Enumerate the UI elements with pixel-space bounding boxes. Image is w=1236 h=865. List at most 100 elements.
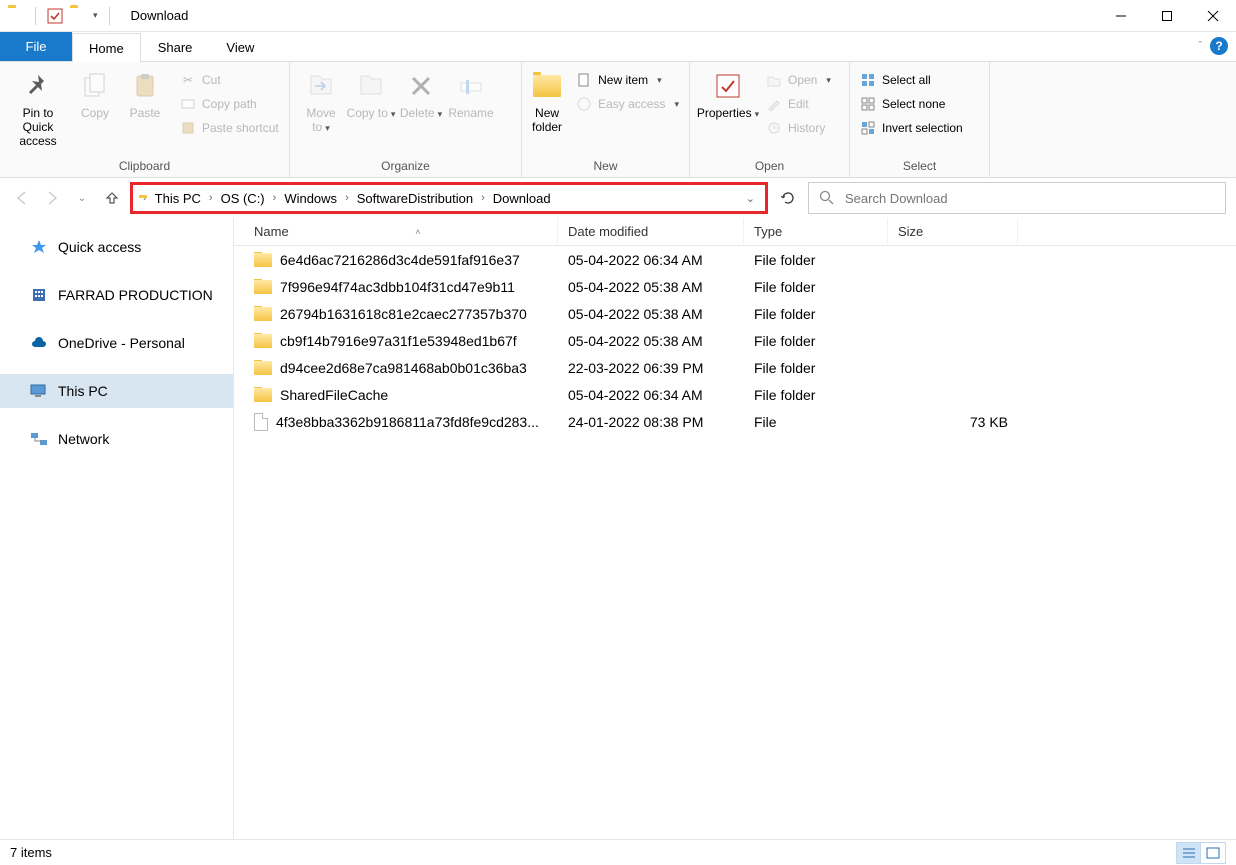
sidebar-item-label: OneDrive - Personal [58,335,185,351]
file-row[interactable]: cb9f14b7916e97a31f1e53948ed1b67f 05-04-20… [234,327,1236,354]
chevron-right-icon[interactable]: › [481,192,485,204]
move-to-button[interactable]: Move to▾ [296,66,346,134]
tab-file[interactable]: File [0,32,72,61]
file-date: 05-04-2022 06:34 AM [558,387,744,403]
history-icon [766,120,782,136]
network-icon [30,430,48,448]
sidebar-item-network[interactable]: Network [0,422,233,456]
select-all-button[interactable]: Select all [856,70,967,90]
qat-properties-icon[interactable] [47,8,63,24]
rename-icon [455,70,487,102]
breadcrumb-download[interactable]: Download [489,189,555,208]
address-bar[interactable]: › This PC › OS (C:) › Windows › Software… [130,182,768,214]
group-label: Clipboard [6,157,283,177]
paste-shortcut-icon [180,120,196,136]
file-type: File folder [744,306,888,322]
rename-button[interactable]: Rename [446,66,496,120]
chevron-right-icon[interactable]: › [273,192,277,204]
back-button[interactable] [10,186,34,210]
sidebar-item-farrad[interactable]: FARRAD PRODUCTION [0,278,233,312]
pin-to-quick-access-button[interactable]: Pin to Quick access [6,66,70,148]
properties-icon [712,70,744,102]
recent-locations-button[interactable]: ⌄ [70,186,94,210]
edit-button[interactable]: Edit [762,94,835,114]
qat-new-folder-icon[interactable] [70,8,86,24]
breadcrumb-this-pc[interactable]: This PC [151,189,205,208]
refresh-button[interactable] [774,184,802,212]
file-name: SharedFileCache [280,387,388,403]
delete-button[interactable]: Delete▾ [396,66,446,120]
easy-access-button[interactable]: Easy access▾ [572,94,683,114]
group-clipboard: Pin to Quick access Copy Paste ✂Cut Copy… [0,62,290,177]
search-input[interactable] [845,191,1215,206]
copy-path-button[interactable]: Copy path [176,94,283,114]
chevron-right-icon[interactable]: › [143,192,147,204]
cut-button[interactable]: ✂Cut [176,70,283,90]
search-box[interactable] [808,182,1226,214]
file-row[interactable]: 7f996e94f74ac3dbb104f31cd47e9b1105-04-20… [234,273,1236,300]
sort-ascending-icon: ˄ [415,227,420,237]
file-row[interactable]: 26794b1631618c81e2caec277357b37005-04-20… [234,300,1236,327]
file-date: 05-04-2022 05:38 AM [558,333,744,349]
new-item-button[interactable]: New item▾ [572,70,683,90]
sidebar-item-this-pc[interactable]: This PC [0,374,233,408]
pin-label: Pin to Quick access [6,106,70,148]
file-size: 73 KB [888,414,1018,430]
paste-button[interactable]: Paste [120,66,170,120]
sidebar-item-onedrive[interactable]: OneDrive - Personal [0,326,233,360]
close-button[interactable] [1190,0,1236,32]
file-name: 6e4d6ac7216286d3c4de591faf916e37 [280,252,520,268]
edit-label: Edit [788,97,809,111]
tab-home[interactable]: Home [72,33,141,62]
file-row[interactable]: 4f3e8bba3362b9186811a73fd8fe9cd283... 24-… [234,408,1236,435]
copy-to-button[interactable]: Copy to▾ [346,66,396,120]
collapse-ribbon-icon[interactable]: ˆ [1198,40,1202,52]
file-date: 24-01-2022 08:38 PM [558,414,744,430]
invert-selection-icon [860,120,876,136]
folder-icon [254,388,272,402]
forward-button[interactable] [40,186,64,210]
open-button[interactable]: Open▾ [762,70,835,90]
invert-selection-button[interactable]: Invert selection [856,118,967,138]
sidebar-item-label: FARRAD PRODUCTION [58,287,213,303]
file-row[interactable]: d94cee2d68e7ca981468ab0b01c36ba322-03-20… [234,354,1236,381]
breadcrumb-os-c[interactable]: OS (C:) [217,189,269,208]
file-name: cb9f14b7916e97a31f1e53948ed1b67f [280,333,517,349]
address-dropdown-icon[interactable]: ⌄ [746,192,759,205]
sidebar-item-quick-access[interactable]: Quick access [0,230,233,264]
file-name: 4f3e8bba3362b9186811a73fd8fe9cd283... [276,414,539,430]
new-folder-button[interactable]: New folder [528,66,566,134]
file-row[interactable]: SharedFileCache05-04-2022 06:34 AMFile f… [234,381,1236,408]
chevron-right-icon[interactable]: › [345,192,349,204]
file-row[interactable]: 6e4d6ac7216286d3c4de591faf916e3705-04-20… [234,246,1236,273]
qat-dropdown-icon[interactable]: ▾ [93,10,98,21]
column-header-size[interactable]: Size [888,218,1018,245]
breadcrumb-windows[interactable]: Windows [280,189,341,208]
chevron-right-icon[interactable]: › [209,192,213,204]
breadcrumb-softwaredistribution[interactable]: SoftwareDistribution [353,189,477,208]
column-header-date[interactable]: Date modified [558,218,744,245]
copy-icon [79,70,111,102]
tab-share[interactable]: Share [141,32,210,61]
help-icon[interactable]: ? [1210,37,1228,55]
group-label: New [528,157,683,177]
column-header-name[interactable]: Name ˄ [234,218,558,245]
details-view-button[interactable] [1177,843,1201,863]
folder-icon [254,253,272,267]
paste-shortcut-button[interactable]: Paste shortcut [176,118,283,138]
maximize-button[interactable] [1144,0,1190,32]
tab-view[interactable]: View [209,32,271,61]
column-header-type[interactable]: Type [744,218,888,245]
copy-button[interactable]: Copy [70,66,120,120]
properties-label: Properties▾ [697,106,759,120]
delete-label: Delete▾ [400,106,442,120]
group-select: Select all Select none Invert selection … [850,62,990,177]
properties-button[interactable]: Properties▾ [696,66,760,120]
navigation-pane: Quick access FARRAD PRODUCTION OneDrive … [0,218,234,839]
history-button[interactable]: History [762,118,835,138]
up-button[interactable] [100,186,124,210]
minimize-button[interactable] [1098,0,1144,32]
select-none-button[interactable]: Select none [856,94,967,114]
large-icons-view-button[interactable] [1201,843,1225,863]
folder-icon [8,8,24,24]
